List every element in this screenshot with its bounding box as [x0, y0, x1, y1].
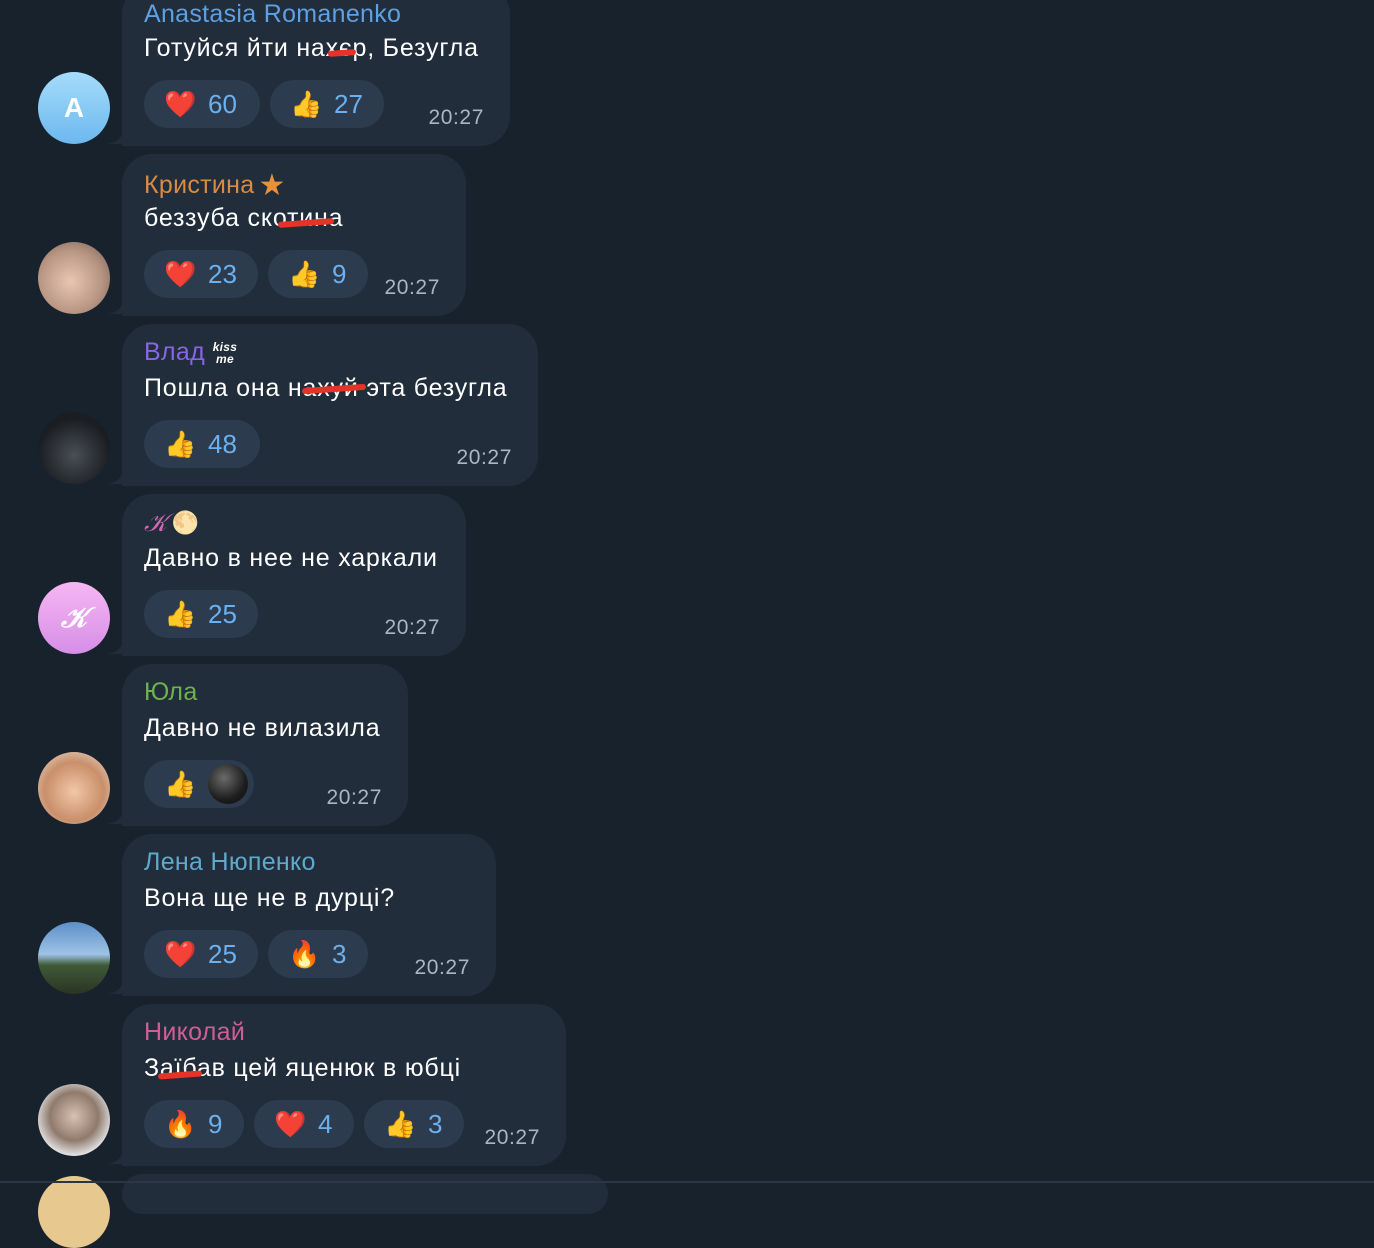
message-bubble[interactable]: Кристина ★ беззуба скотина ❤️ 23 👍 9 20:… [122, 154, 466, 316]
message-text: Давно не вилазила [144, 714, 381, 742]
reaction-thumbs-up[interactable]: 👍 [144, 760, 254, 808]
author-name-label: Юла [144, 678, 198, 706]
reaction-thumbs-up[interactable]: 👍 27 [270, 80, 384, 128]
thumbs-up-icon: 👍 [288, 259, 321, 289]
message-time: 20:27 [484, 1126, 540, 1149]
reactions-row: ❤️ 23 👍 9 [144, 250, 368, 298]
author-name[interactable]: Anastasia Romanenko [144, 0, 401, 29]
reactions-row: 👍 [144, 760, 254, 808]
reaction-heart[interactable]: ❤️ 60 [144, 80, 260, 128]
message-time: 20:27 [384, 276, 440, 299]
next-message-avatar-partial[interactable] [38, 1176, 110, 1248]
reaction-count: 25 [208, 938, 237, 969]
avatar-letter: A [63, 92, 85, 123]
fire-icon: 🔥 [164, 1109, 197, 1139]
fire-icon: 🔥 [288, 939, 321, 969]
reaction-heart[interactable]: ❤️ 25 [144, 930, 258, 978]
reactions-row: ❤️ 25 🔥 3 [144, 930, 368, 978]
message-bubble[interactable]: Юла Давно не вилазила 👍 20:27 [122, 664, 408, 826]
reaction-fire[interactable]: 🔥 3 [268, 930, 368, 978]
reaction-count: 25 [208, 598, 237, 629]
message-bubble[interactable]: Влад kiss me Пошла она нахуй эта безугла… [122, 324, 538, 486]
reaction-count: 3 [428, 1108, 443, 1139]
avatar[interactable] [38, 752, 110, 824]
author-name-label: Кристина [144, 171, 255, 199]
reaction-count: 3 [332, 938, 347, 969]
message-time: 20:27 [326, 786, 382, 809]
reaction-thumbs-up[interactable]: 👍 3 [364, 1100, 464, 1148]
heart-icon: ❤️ [164, 939, 197, 969]
author-name[interactable]: Юла [144, 678, 198, 707]
star-icon: ★ [258, 169, 286, 202]
author-name[interactable]: 𝒦 🌕 [144, 508, 199, 538]
message-text: Вона ще не в дурці? [144, 884, 395, 912]
reaction-fire[interactable]: 🔥 9 [144, 1100, 244, 1148]
thumbs-up-icon: 👍 [164, 769, 197, 799]
message-time: 20:27 [456, 446, 512, 469]
reaction-count: 4 [318, 1108, 333, 1139]
heart-icon: ❤️ [274, 1109, 307, 1139]
avatar[interactable] [38, 412, 110, 484]
reaction-thumbs-up[interactable]: 👍 25 [144, 590, 258, 638]
reaction-count: 48 [208, 428, 237, 459]
reaction-count: 60 [208, 88, 237, 119]
thumbs-up-icon: 👍 [164, 429, 197, 459]
reaction-count: 23 [208, 258, 237, 289]
thumbs-up-icon: 👍 [164, 599, 197, 629]
thumbs-up-icon: 👍 [290, 89, 323, 119]
message-time: 20:27 [384, 616, 440, 639]
reaction-count: 27 [334, 88, 363, 119]
reaction-thumbs-up[interactable]: 👍 9 [268, 250, 368, 298]
reaction-count: 9 [208, 1108, 223, 1139]
reaction-heart[interactable]: ❤️ 4 [254, 1100, 354, 1148]
avatar[interactable] [38, 1084, 110, 1156]
next-message-bubble-partial[interactable] [122, 1174, 608, 1214]
thumbs-up-icon: 👍 [384, 1109, 417, 1139]
message-time: 20:27 [414, 956, 470, 979]
message-bubble[interactable]: Николай Заїбав цей яценюк в юбці 🔥 9 ❤️ … [122, 1004, 566, 1166]
author-name[interactable]: Кристина ★ [144, 168, 286, 203]
author-name-label: Лена Нюпенко [144, 848, 316, 876]
message-time: 20:27 [428, 106, 484, 129]
avatar-letter: 𝒦 [60, 601, 87, 634]
reaction-thumbs-up[interactable]: 👍 48 [144, 420, 260, 468]
reaction-count: 9 [332, 258, 347, 289]
avatar[interactable] [38, 242, 110, 314]
kiss-me-sticker-icon: kiss me [212, 339, 238, 366]
divider [0, 1181, 1374, 1183]
message-text: Заїбав цей яценюк в юбці [144, 1054, 461, 1082]
reactions-row: 🔥 9 ❤️ 4 👍 3 [144, 1100, 464, 1148]
reactions-row: 👍 25 [144, 590, 258, 638]
author-name[interactable]: Лена Нюпенко [144, 848, 316, 877]
message-bubble[interactable]: 𝒦 🌕 Давно в нее не харкали 👍 25 20:27 [122, 494, 466, 656]
reactions-row: ❤️ 60 👍 27 [144, 80, 384, 128]
author-name-label: Николай [144, 1018, 246, 1046]
author-name-label: Влад [144, 338, 205, 366]
moon-icon: 🌕 [171, 510, 200, 536]
message-text: Давно в нее не харкали [144, 544, 438, 572]
heart-icon: ❤️ [164, 89, 197, 119]
author-name[interactable]: Влад kiss me [144, 338, 241, 367]
author-name-label: Anastasia Romanenko [144, 0, 402, 28]
message-bubble[interactable]: Лена Нюпенко Вона ще не в дурці? ❤️ 25 🔥… [122, 834, 496, 996]
message-text: Готуйся йти нахєр, Безугла [144, 34, 479, 62]
reactions-row: 👍 48 [144, 420, 260, 468]
author-name[interactable]: Николай [144, 1018, 245, 1047]
avatar[interactable]: 𝒦 [38, 582, 110, 654]
reactor-avatar[interactable] [208, 764, 248, 804]
avatar[interactable]: A [38, 72, 110, 144]
author-name-label: 𝒦 [144, 508, 168, 537]
message-bubble[interactable]: Anastasia Romanenko Готуйся йти нахєр, Б… [122, 0, 510, 146]
heart-icon: ❤️ [164, 259, 197, 289]
reaction-heart[interactable]: ❤️ 23 [144, 250, 258, 298]
avatar[interactable] [38, 922, 110, 994]
